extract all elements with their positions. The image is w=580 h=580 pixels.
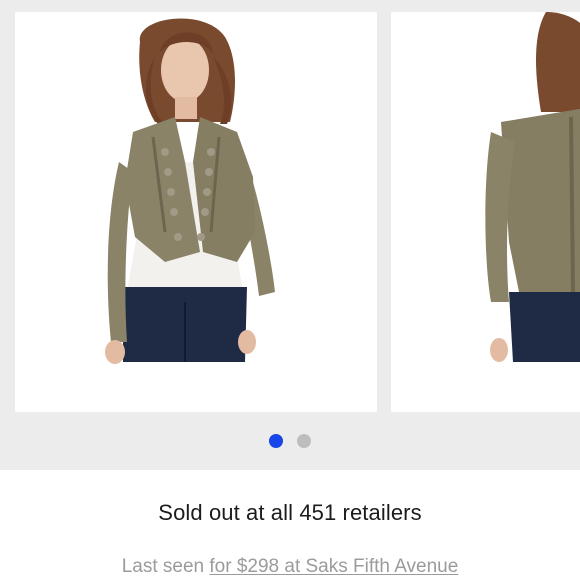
sold-out-status: Sold out at all 451 retailers xyxy=(158,500,422,525)
product-image-back[interactable] xyxy=(391,12,580,412)
jacket-back-photo xyxy=(485,12,580,362)
carousel-pagination xyxy=(0,434,580,448)
last-seen-text: Last seen for $298 at Saks Fifth Avenue xyxy=(0,556,580,578)
image-carousel[interactable] xyxy=(0,0,580,470)
last-seen-prefix: Last seen xyxy=(121,556,210,577)
retailer-link[interactable]: for $298 at Saks Fifth Avenue xyxy=(209,556,458,577)
product-image-front[interactable] xyxy=(15,12,377,412)
product-page: Sold out at all 451 retailers Last seen … xyxy=(0,0,580,580)
carousel-dot-1[interactable] xyxy=(269,434,283,448)
jacket-front-photo xyxy=(105,18,275,364)
carousel-dot-2[interactable] xyxy=(297,434,311,448)
